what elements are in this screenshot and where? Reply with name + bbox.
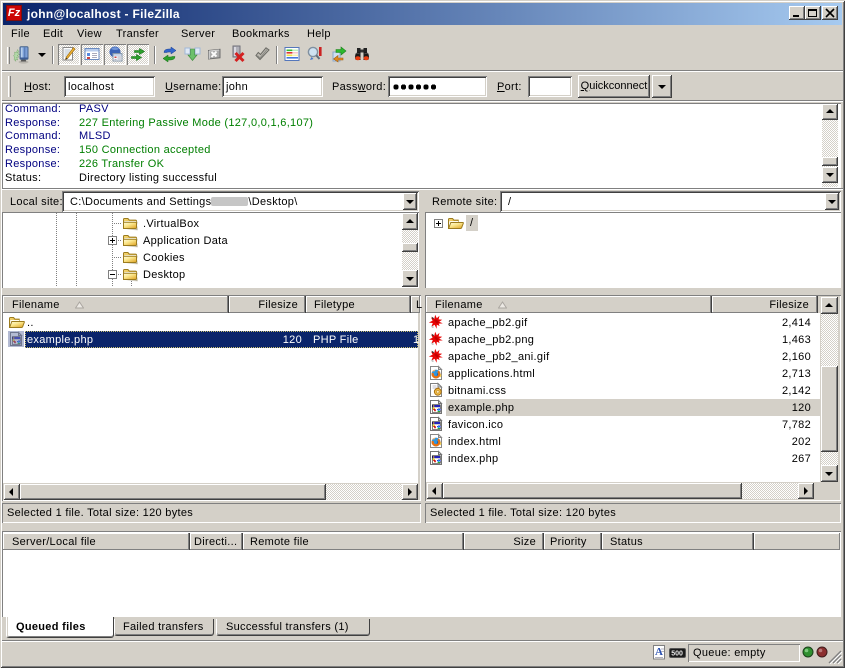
svg-text:A: A xyxy=(655,646,663,658)
svg-text:500: 500 xyxy=(671,651,683,658)
